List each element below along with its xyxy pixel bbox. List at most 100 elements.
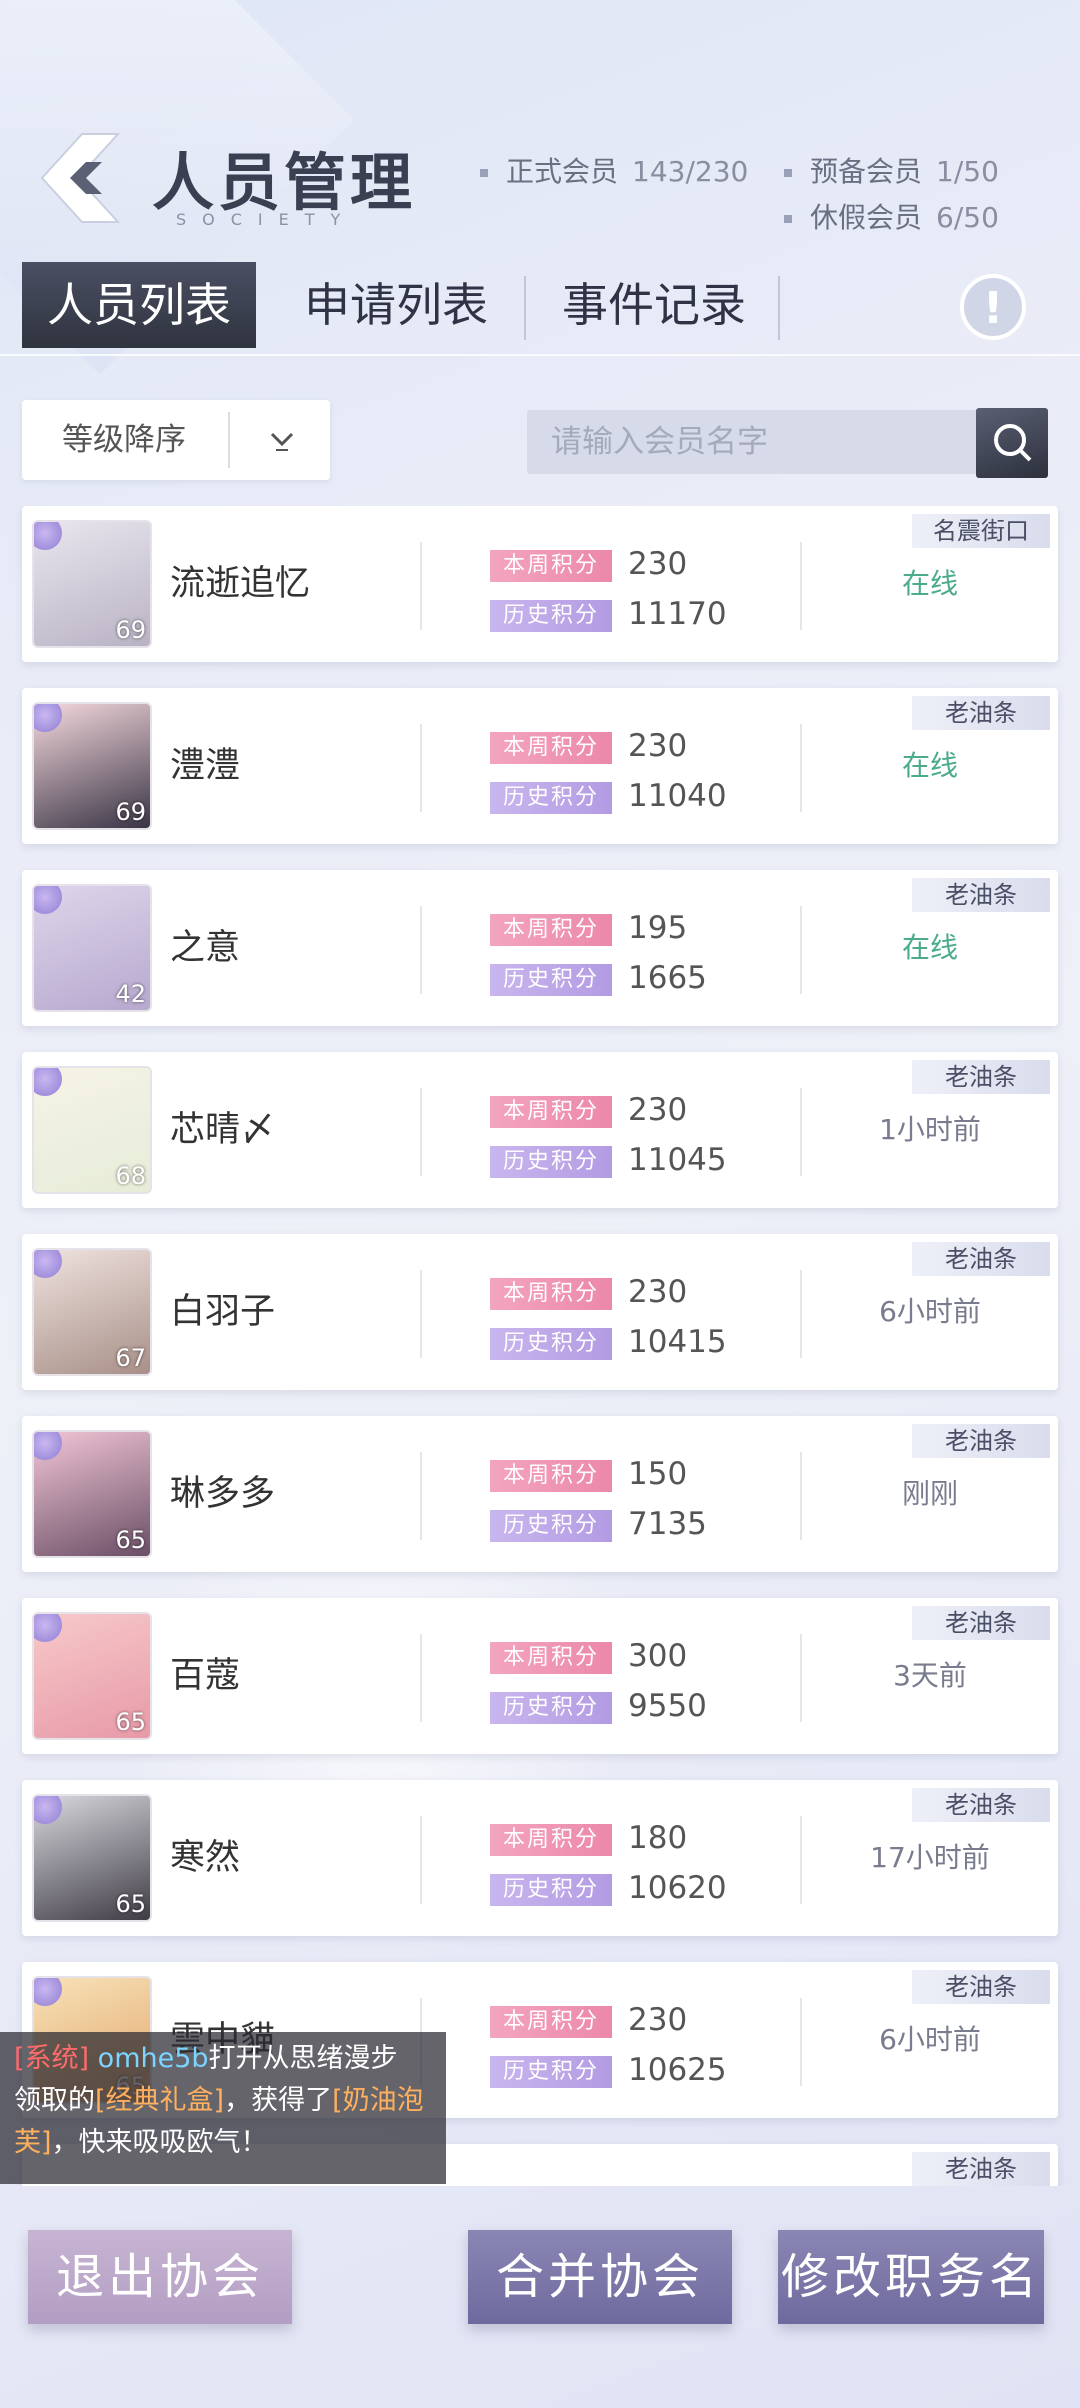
alert-icon[interactable]: !	[960, 274, 1026, 340]
history-score-value: 1665	[628, 960, 707, 996]
tab-divider	[524, 276, 526, 340]
system-message: [系统] omhe5b打开从思绪漫步 领取的[经典礼盒]，获得了[奶油泡芙]，快…	[0, 2032, 446, 2184]
member-row[interactable]: 65 琳多多 本周积分 150 历史积分 7135 老油条 刚刚	[22, 1416, 1058, 1572]
search-icon	[994, 424, 1032, 462]
tab-bar: 人员列表 申请列表 事件记录	[0, 262, 1080, 352]
merge-association-button[interactable]: 合并协会	[468, 2230, 732, 2324]
online-status: 在线	[901, 931, 958, 964]
exit-association-button[interactable]: 退出协会	[28, 2230, 292, 2324]
search-placeholder: 请输入会员名字	[551, 424, 768, 460]
member-name: 寒然	[170, 1838, 241, 1878]
week-score-value: 150	[628, 1456, 688, 1492]
member-level: 65	[115, 1708, 146, 1736]
week-score-value: 230	[628, 1092, 688, 1128]
week-score-label: 本周积分	[490, 1642, 612, 1674]
week-score-label: 本周积分	[490, 1278, 612, 1310]
history-score-value: 11170	[628, 596, 727, 632]
history-score-value: 11045	[628, 1142, 727, 1178]
sort-dropdown[interactable]: 等级降序	[22, 400, 330, 480]
week-score-value: 180	[628, 1820, 688, 1856]
flower-decoration	[34, 704, 62, 732]
week-score-value: 230	[628, 728, 688, 764]
stat-vacation-members: 休假会员 6/50	[784, 196, 999, 236]
avatar[interactable]: 42	[32, 884, 152, 1012]
avatar[interactable]: 68	[32, 1066, 152, 1194]
flower-decoration	[34, 1978, 62, 2006]
avatar[interactable]: 69	[32, 702, 152, 830]
history-score-value: 11040	[628, 778, 727, 814]
member-level: 65	[115, 1526, 146, 1554]
tab-application-list[interactable]: 申请列表	[276, 262, 516, 348]
member-name: 流逝追忆	[170, 564, 311, 604]
member-name: 百蔻	[170, 1656, 241, 1696]
week-score-label: 本周积分	[490, 732, 612, 764]
rename-position-button[interactable]: 修改职务名	[778, 2230, 1044, 2324]
member-name: 澧澧	[170, 746, 241, 786]
history-score-label: 历史积分	[490, 964, 612, 996]
stat-formal-members: 正式会员 143/230	[480, 150, 748, 190]
member-row[interactable]: 69 澧澧 本周积分 230 历史积分 11040 老油条 在线	[22, 688, 1058, 844]
history-score-label: 历史积分	[490, 1146, 612, 1178]
online-status: 刚刚	[901, 1477, 958, 1510]
history-score-value: 10620	[628, 1870, 727, 1906]
tab-event-log[interactable]: 事件记录	[534, 262, 774, 348]
week-score-value: 230	[628, 1274, 688, 1310]
sort-label: 等级降序	[62, 422, 186, 458]
week-score-label: 本周积分	[490, 1460, 612, 1492]
online-status: 6小时前	[879, 2023, 981, 2056]
online-status: 17小时前	[870, 1841, 990, 1874]
flower-decoration	[34, 1068, 62, 1096]
history-score-label: 历史积分	[490, 2056, 612, 2088]
avatar[interactable]: 65	[32, 1612, 152, 1740]
history-score-label: 历史积分	[490, 1874, 612, 1906]
online-status: 6小时前	[879, 1295, 981, 1328]
week-score-value: 230	[628, 546, 688, 582]
rank-badge: 老油条	[912, 2152, 1050, 2186]
history-score-label: 历史积分	[490, 1510, 612, 1542]
member-list[interactable]: 69 流逝追忆 本周积分 230 历史积分 11170 名震街口 在线 69 澧…	[0, 506, 1080, 2186]
week-score-value: 300	[628, 1638, 688, 1674]
member-level: 67	[115, 1344, 146, 1372]
member-level: 69	[115, 798, 146, 826]
member-level: 65	[115, 1890, 146, 1918]
flower-decoration	[34, 1614, 62, 1642]
member-row[interactable]: 65 百蔻 本周积分 300 历史积分 9550 老油条 3天前	[22, 1598, 1058, 1754]
member-name: 白羽子	[170, 1292, 276, 1332]
online-status: 在线	[901, 749, 958, 782]
member-row[interactable]: 67 白羽子 本周积分 230 历史积分 10415 老油条 6小时前	[22, 1234, 1058, 1390]
member-row[interactable]: 68 芯晴〆 本周积分 230 历史积分 11045 老油条 1小时前	[22, 1052, 1058, 1208]
member-row[interactable]: 69 流逝追忆 本周积分 230 历史积分 11170 名震街口 在线	[22, 506, 1058, 662]
member-name: 芯晴〆	[170, 1110, 276, 1150]
avatar[interactable]: 65	[32, 1794, 152, 1922]
back-arrow-icon	[40, 133, 121, 223]
member-name: 琳多多	[170, 1474, 276, 1514]
member-name: 之意	[170, 928, 241, 968]
history-score-value: 10415	[628, 1324, 727, 1360]
search-input[interactable]: 请输入会员名字	[527, 410, 979, 474]
history-score-value: 10625	[628, 2052, 727, 2088]
search-button[interactable]	[976, 408, 1048, 478]
flower-decoration	[34, 1432, 62, 1460]
avatar[interactable]: 67	[32, 1248, 152, 1376]
avatar[interactable]: 65	[32, 1430, 152, 1558]
back-button[interactable]	[38, 128, 138, 228]
member-level: 68	[115, 1162, 146, 1190]
tab-member-list[interactable]: 人员列表	[22, 262, 256, 348]
stat-reserve-members: 预备会员 1/50	[784, 150, 999, 190]
week-score-value: 230	[628, 2002, 688, 2038]
chat-username[interactable]: omhe5b	[98, 2043, 209, 2074]
member-level: 42	[115, 980, 146, 1008]
page-subtitle: SOCIETY	[176, 210, 357, 229]
history-score-label: 历史积分	[490, 1692, 612, 1724]
history-score-value: 9550	[628, 1688, 707, 1724]
history-score-value: 7135	[628, 1506, 707, 1542]
online-status: 在线	[901, 567, 958, 600]
week-score-label: 本周积分	[490, 1096, 612, 1128]
divider	[0, 354, 1080, 356]
history-score-label: 历史积分	[490, 782, 612, 814]
avatar[interactable]: 69	[32, 520, 152, 648]
member-row[interactable]: 65 寒然 本周积分 180 历史积分 10620 老油条 17小时前	[22, 1780, 1058, 1936]
flower-decoration	[34, 1796, 62, 1824]
week-score-label: 本周积分	[490, 550, 612, 582]
member-row[interactable]: 42 之意 本周积分 195 历史积分 1665 老油条 在线	[22, 870, 1058, 1026]
